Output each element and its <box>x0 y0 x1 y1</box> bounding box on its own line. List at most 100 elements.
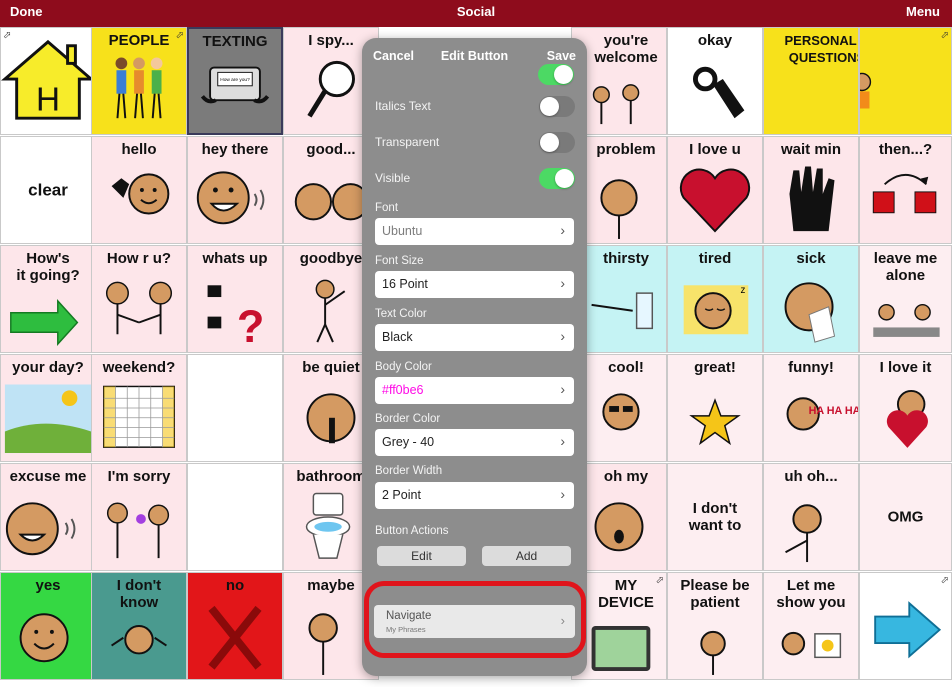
chevron-right-icon: › <box>560 486 565 502</box>
font-size-value: 16 Point <box>382 277 428 291</box>
wait-min-button[interactable]: wait min <box>763 136 859 244</box>
bold-text-toggle-partial[interactable] <box>538 64 574 85</box>
i-dont-know-button[interactable]: I don't know <box>91 572 187 680</box>
great-button[interactable]: great! <box>667 354 763 462</box>
yes-button[interactable]: yes <box>0 572 96 680</box>
stop-hand-icon <box>789 166 835 232</box>
button-actions-label: Button Actions <box>375 525 449 537</box>
texting-folder-button[interactable]: TEXTING How are you? <box>187 27 283 135</box>
personal-questions-figure: ⬀ <box>859 27 952 135</box>
shrug-face-icon <box>111 625 167 655</box>
font-size-label: Font Size <box>375 255 424 267</box>
waving-face-icon <box>111 173 170 215</box>
empty-button[interactable] <box>187 463 283 571</box>
font-field[interactable]: Ubuntu › <box>375 218 574 245</box>
im-sorry-button[interactable]: I'm sorry <box>91 463 187 571</box>
border-width-label: Border Width <box>375 465 443 477</box>
let-me-show-you-button[interactable]: Let me show you <box>763 572 859 680</box>
hey-there-button[interactable]: hey there <box>187 136 283 244</box>
handshake-people-icon <box>105 281 173 335</box>
funny-button[interactable]: funny! HA HA HA <box>763 354 859 462</box>
personal-questions-folder-button[interactable]: PERSONAL & QUESTIONS <box>763 27 859 135</box>
please-be-patient-button[interactable]: Please be patient <box>667 572 763 680</box>
people-group-icon <box>115 57 163 119</box>
visible-toggle[interactable] <box>539 168 575 189</box>
italics-text-label: Italics Text <box>375 99 431 113</box>
chevron-right-icon: › <box>560 222 565 238</box>
laughing-face-icon: HA HA HA <box>786 397 858 431</box>
home-button[interactable]: ⬀ H <box>0 27 96 135</box>
text-color-label: Text Color <box>375 308 427 320</box>
hows-it-going-button[interactable]: How's it going? <box>0 245 96 353</box>
cell-label: PERSONAL & QUESTIONS <box>784 33 859 65</box>
border-color-value: Grey - 40 <box>382 435 435 449</box>
then-button[interactable]: then...? <box>859 136 952 244</box>
people-folder-button[interactable]: PEOPLE ⬀ <box>91 27 187 135</box>
omg-button[interactable]: OMG <box>859 463 952 571</box>
leave-me-alone-button[interactable]: leave me alone <box>859 245 952 353</box>
sleeping-face-icon: z <box>683 285 749 335</box>
transparent-toggle[interactable] <box>539 132 575 153</box>
house-icon: H <box>1 39 95 120</box>
svg-text:H: H <box>36 81 60 118</box>
svg-text:z: z <box>740 285 745 296</box>
body-color-field[interactable]: #ff0be6 › <box>375 377 574 404</box>
i-dont-want-to-button[interactable]: I don't want to <box>667 463 763 571</box>
font-size-field[interactable]: 16 Point › <box>375 271 574 298</box>
chevron-right-icon: › <box>560 275 565 291</box>
heart-icon <box>679 168 751 233</box>
text-color-field[interactable]: Black › <box>375 324 574 351</box>
cell-label: clear <box>28 180 68 200</box>
giving-flower-icon <box>106 502 170 559</box>
edit-action-button[interactable]: Edit <box>377 546 466 566</box>
blue-arrow-icon <box>874 601 942 659</box>
chevron-right-icon: › <box>560 328 565 344</box>
excuse-me-button[interactable]: excuse me <box>0 463 96 571</box>
your-day-button[interactable]: your day? <box>0 354 96 462</box>
ok-hand-icon <box>692 66 745 119</box>
navigate-subtitle: My Phrases <box>386 625 426 634</box>
tired-button[interactable]: tired z <box>667 245 763 353</box>
thumbs-question-icon: ? <box>207 285 264 352</box>
star-icon <box>689 398 741 446</box>
no-button[interactable]: no <box>187 572 283 680</box>
hugging-heart-icon <box>886 389 928 448</box>
funny-haha-text: HA HA HA <box>809 405 858 417</box>
border-color-field[interactable]: Grey - 40 › <box>375 429 574 456</box>
navigate-title: Navigate <box>386 610 432 622</box>
navigate-action-item[interactable]: Navigate My Phrases › <box>374 605 575 638</box>
i-love-it-button[interactable]: I love it <box>859 354 952 462</box>
border-color-label: Border Color <box>375 413 441 425</box>
calendar-icon <box>103 385 175 448</box>
i-love-u-button[interactable]: I love u <box>667 136 763 244</box>
font-label: Font <box>375 202 399 214</box>
hello-button[interactable]: hello <box>91 136 187 244</box>
add-action-button[interactable]: Add <box>482 546 571 566</box>
happy-face-icon <box>19 613 69 663</box>
texting-screen-text: How are you? <box>220 77 250 83</box>
whats-up-button[interactable]: whats up ? <box>187 245 283 353</box>
next-page-button[interactable]: ⬀ <box>859 572 952 680</box>
sick-button[interactable]: sick <box>763 245 859 353</box>
italics-text-toggle[interactable] <box>539 96 575 117</box>
person-at-desk-icon <box>873 303 940 337</box>
uh-oh-button[interactable]: uh oh... <box>763 463 859 571</box>
waiting-person-icon <box>700 630 726 675</box>
menu-button[interactable]: Menu <box>906 4 940 19</box>
page-title: Social <box>456 4 496 19</box>
border-width-field[interactable]: 2 Point › <box>375 482 574 509</box>
weekend-button[interactable]: weekend? <box>91 354 187 462</box>
smiling-face-icon <box>196 171 265 225</box>
empty-button[interactable] <box>187 354 283 462</box>
questioning-person-icon <box>860 72 872 109</box>
clear-button[interactable]: clear <box>0 136 96 244</box>
talking-face-icon <box>5 502 76 556</box>
font-value: Ubuntu <box>382 224 423 238</box>
next-arrow-icon <box>872 173 937 214</box>
how-r-u-button[interactable]: How r u? <box>91 245 187 353</box>
okay-button[interactable]: okay <box>667 27 763 135</box>
top-bar: Done Social Menu <box>0 0 952 27</box>
save-button[interactable]: Save <box>547 49 576 63</box>
red-x-icon <box>208 605 262 670</box>
confused-person-icon <box>785 504 822 563</box>
